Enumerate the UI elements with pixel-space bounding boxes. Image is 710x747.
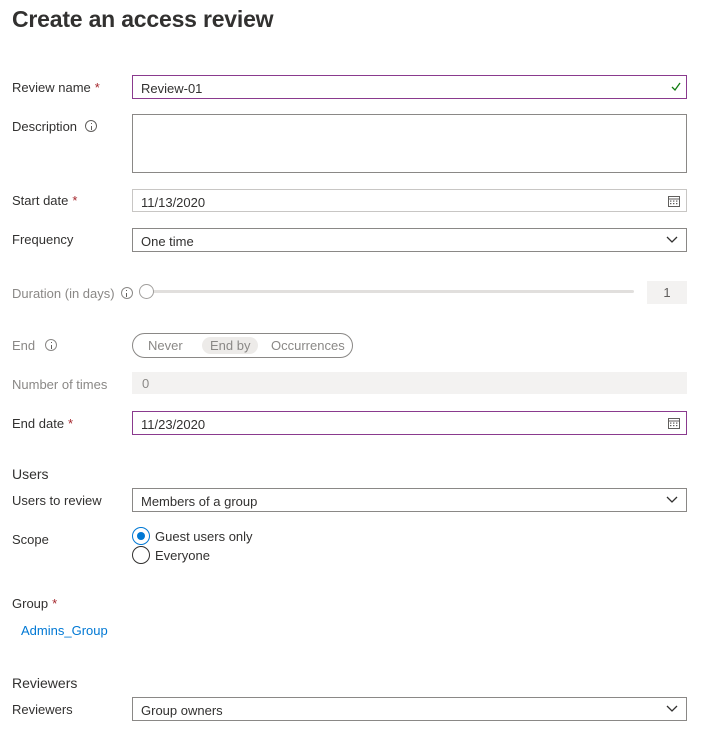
- review-name-value: Review-01: [141, 81, 203, 96]
- end-date-input[interactable]: 11/23/2020: [132, 411, 687, 435]
- description-label: Description: [12, 119, 98, 134]
- info-icon[interactable]: [120, 287, 133, 299]
- reviewers-dropdown[interactable]: Group owners: [132, 697, 687, 721]
- number-of-times-label: Number of times: [12, 377, 108, 392]
- end-option-occurrences[interactable]: Occurrences: [271, 338, 345, 353]
- users-to-review-value: Members of a group: [141, 494, 258, 509]
- number-of-times-input: 0: [132, 372, 687, 394]
- reviewers-section-title: Reviewers: [12, 675, 78, 691]
- users-section-title: Users: [12, 466, 49, 482]
- duration-slider-track[interactable]: [150, 290, 634, 293]
- group-label: Group *: [12, 596, 58, 611]
- users-to-review-label: Users to review: [12, 493, 102, 508]
- end-option-never[interactable]: Never: [148, 338, 183, 353]
- scope-radio-guest-users-only[interactable]: [132, 527, 150, 545]
- frequency-dropdown[interactable]: One time: [132, 228, 687, 252]
- chevron-down-icon: [666, 236, 678, 243]
- start-date-label: Start date *: [12, 193, 78, 208]
- end-date-label: End date *: [12, 416, 74, 431]
- page-title: Create an access review: [12, 6, 274, 32]
- duration-value: 1: [647, 281, 687, 304]
- users-to-review-dropdown[interactable]: Members of a group: [132, 488, 687, 512]
- info-icon[interactable]: [45, 339, 58, 351]
- scope-option-label[interactable]: Guest users only: [155, 529, 253, 544]
- duration-slider-thumb[interactable]: [139, 284, 154, 299]
- check-icon: [671, 82, 681, 92]
- end-label: End: [12, 338, 58, 353]
- end-option-end-by[interactable]: End by: [202, 337, 259, 354]
- group-link[interactable]: Admins_Group: [21, 623, 108, 638]
- info-icon[interactable]: [85, 120, 98, 132]
- scope-option-label[interactable]: Everyone: [155, 548, 210, 563]
- review-name-label: Review name *: [12, 80, 100, 95]
- description-textarea[interactable]: [132, 114, 687, 173]
- review-name-input[interactable]: Review-01: [132, 75, 687, 99]
- reviewers-value: Group owners: [141, 703, 223, 718]
- calendar-icon[interactable]: [668, 195, 680, 207]
- chevron-down-icon: [666, 705, 678, 712]
- start-date-input[interactable]: 11/13/2020: [132, 189, 687, 212]
- chevron-down-icon: [666, 496, 678, 503]
- calendar-icon[interactable]: [668, 417, 680, 429]
- end-date-value: 11/23/2020: [141, 417, 206, 432]
- reviewers-label: Reviewers: [12, 702, 73, 717]
- duration-label: Duration (in days): [12, 286, 133, 301]
- frequency-value: One time: [141, 234, 194, 249]
- start-date-value: 11/13/2020: [141, 195, 206, 210]
- scope-label: Scope: [12, 532, 49, 547]
- scope-radio-everyone[interactable]: [132, 546, 150, 564]
- frequency-label: Frequency: [12, 232, 74, 247]
- end-toggle[interactable]: Never End by Occurrences: [132, 333, 353, 358]
